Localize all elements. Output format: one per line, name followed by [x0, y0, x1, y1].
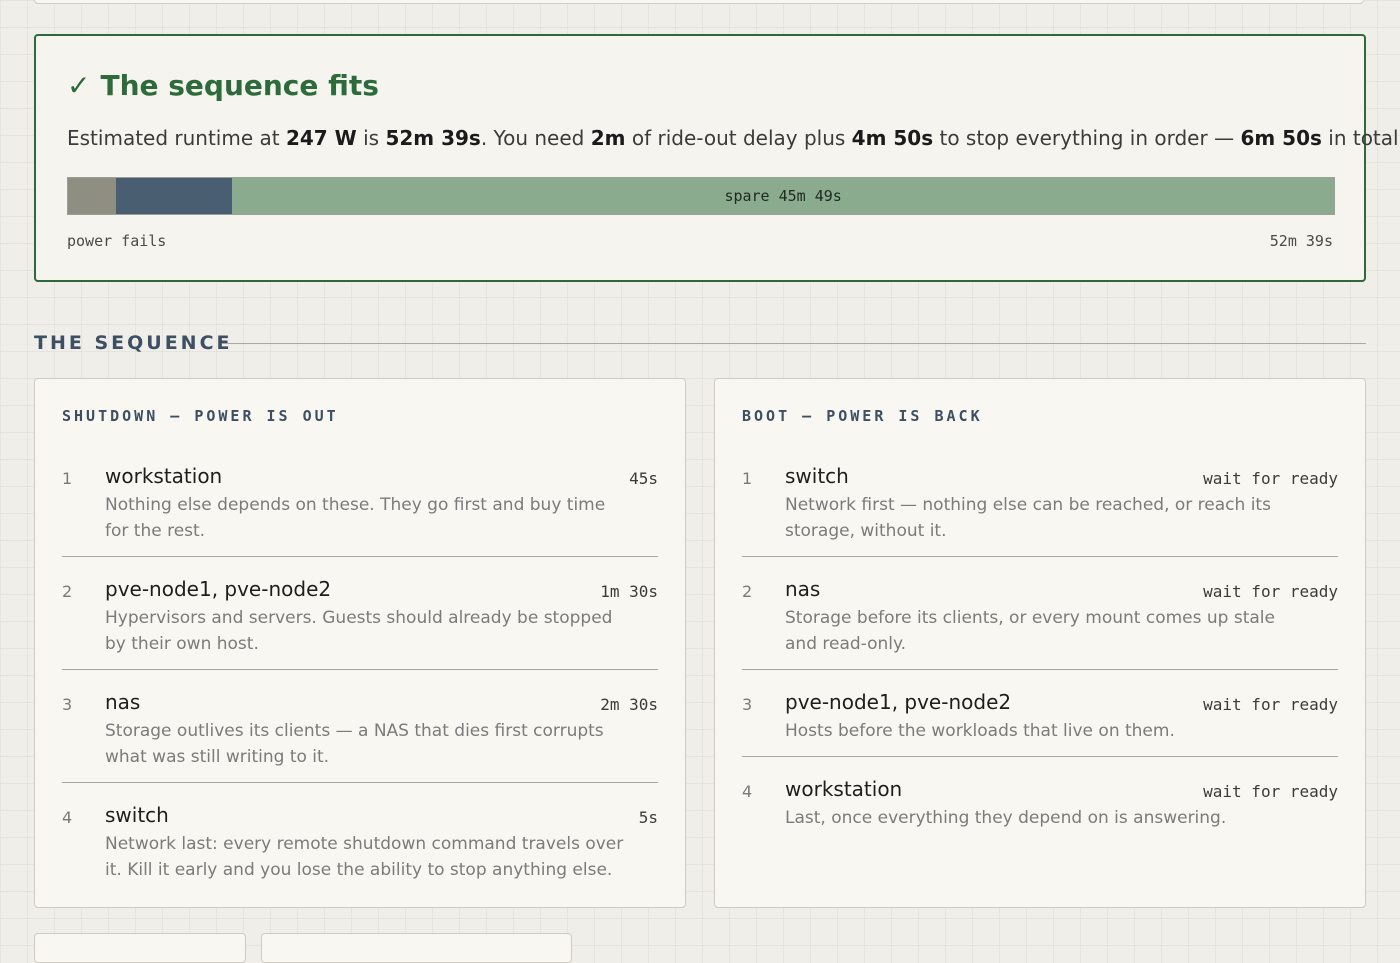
- ride-out-delay: 2m: [590, 126, 626, 150]
- step-description: Hosts before the workloads that live on …: [785, 721, 1175, 741]
- step-number: 3: [742, 695, 753, 714]
- result-title-text: The sequence fits: [100, 69, 379, 102]
- result-title: ✓ The sequence fits: [67, 68, 379, 104]
- fit-result-panel: ✓ The sequence fits Estimated runtime at …: [34, 34, 1400, 282]
- stop-duration: 4m 50s: [851, 126, 934, 150]
- step-number: 4: [62, 808, 73, 827]
- timeline-end-label: 52m 39s: [1269, 232, 1333, 250]
- step-description: Last, once everything they depend on is …: [785, 808, 1227, 828]
- runtime-summary: Estimated runtime at 247 W is 52m 39s. Y…: [67, 124, 1400, 152]
- summary-text: to stop everything in order —: [933, 126, 1241, 150]
- check-icon: ✓: [67, 69, 91, 102]
- shutdown-segment: [116, 178, 233, 214]
- step-number: 2: [742, 582, 753, 601]
- shutdown-step: 2 pve-node1, pve-node2 Hypervisors and s…: [62, 570, 658, 670]
- step-duration: 5s: [638, 808, 658, 827]
- total-duration: 6m 50s: [1240, 126, 1322, 150]
- step-host-name: pve-node1, pve-node2: [105, 577, 332, 601]
- boot-step: 3 pve-node1, pve-node2 Hosts before the …: [742, 683, 1338, 757]
- step-wait-mode: wait for ready: [1203, 582, 1338, 601]
- step-host-name: nas: [105, 690, 141, 714]
- boot-steps-list: 1 switch Network first — nothing else ca…: [742, 457, 1338, 843]
- step-description: Storage before its clients, or every mou…: [785, 608, 1275, 654]
- next-panel-edge: [261, 933, 572, 963]
- boot-step: 2 nas Storage before its clients, or eve…: [742, 570, 1338, 670]
- next-panel-edge: [34, 933, 246, 963]
- step-description: Storage outlives its clients — a NAS tha…: [105, 721, 604, 767]
- step-number: 1: [62, 469, 73, 488]
- timeline-start-label: power fails: [67, 232, 167, 250]
- load-watts: 247 W: [285, 126, 357, 150]
- step-duration: 2m 30s: [600, 695, 658, 714]
- summary-text: is: [356, 126, 386, 150]
- boot-sequence-card: BOOT — POWER IS BACK 1 switch Network fi…: [714, 378, 1366, 908]
- summary-text: . You need: [480, 126, 591, 150]
- step-duration: 1m 30s: [600, 582, 658, 601]
- step-host-name: workstation: [105, 464, 223, 488]
- step-description: Network first — nothing else can be reac…: [785, 495, 1271, 541]
- spare-time-label: spare 45m 49s: [724, 187, 842, 205]
- step-number: 3: [62, 695, 73, 714]
- boot-card-title: BOOT — POWER IS BACK: [742, 407, 983, 425]
- ride-out-delay-segment: [68, 178, 117, 214]
- step-description: Hypervisors and servers. Guests should a…: [105, 608, 613, 654]
- step-host-name: switch: [105, 803, 169, 827]
- boot-step: 1 switch Network first — nothing else ca…: [742, 457, 1338, 557]
- step-number: 2: [62, 582, 73, 601]
- previous-panel-edge: [34, 0, 1364, 4]
- step-number: 4: [742, 782, 753, 801]
- sequence-heading: THE SEQUENCE: [34, 332, 233, 354]
- runtime-timeline-bar: spare 45m 49s: [67, 177, 1335, 215]
- step-wait-mode: wait for ready: [1203, 469, 1338, 488]
- summary-text: Estimated runtime at: [67, 126, 286, 150]
- summary-text: of ride-out delay plus: [625, 126, 852, 150]
- shutdown-steps-list: 1 workstation Nothing else depends on th…: [62, 457, 658, 895]
- step-description: Nothing else depends on these. They go f…: [105, 495, 606, 541]
- section-divider: [222, 343, 1366, 344]
- shutdown-step: 1 workstation Nothing else depends on th…: [62, 457, 658, 557]
- shutdown-sequence-card: SHUTDOWN — POWER IS OUT 1 workstation No…: [34, 378, 686, 908]
- summary-text: in total.: [1321, 126, 1400, 150]
- boot-step: 4 workstation Last, once everything they…: [742, 770, 1338, 843]
- shutdown-step: 4 switch Network last: every remote shut…: [62, 796, 658, 895]
- step-number: 1: [742, 469, 753, 488]
- step-wait-mode: wait for ready: [1203, 782, 1338, 801]
- step-duration: 45s: [629, 469, 658, 488]
- step-wait-mode: wait for ready: [1203, 695, 1338, 714]
- shutdown-card-title: SHUTDOWN — POWER IS OUT: [62, 407, 339, 425]
- shutdown-step: 3 nas Storage outlives its clients — a N…: [62, 683, 658, 783]
- estimated-runtime: 52m 39s: [385, 126, 481, 150]
- step-description: Network last: every remote shutdown comm…: [105, 834, 624, 880]
